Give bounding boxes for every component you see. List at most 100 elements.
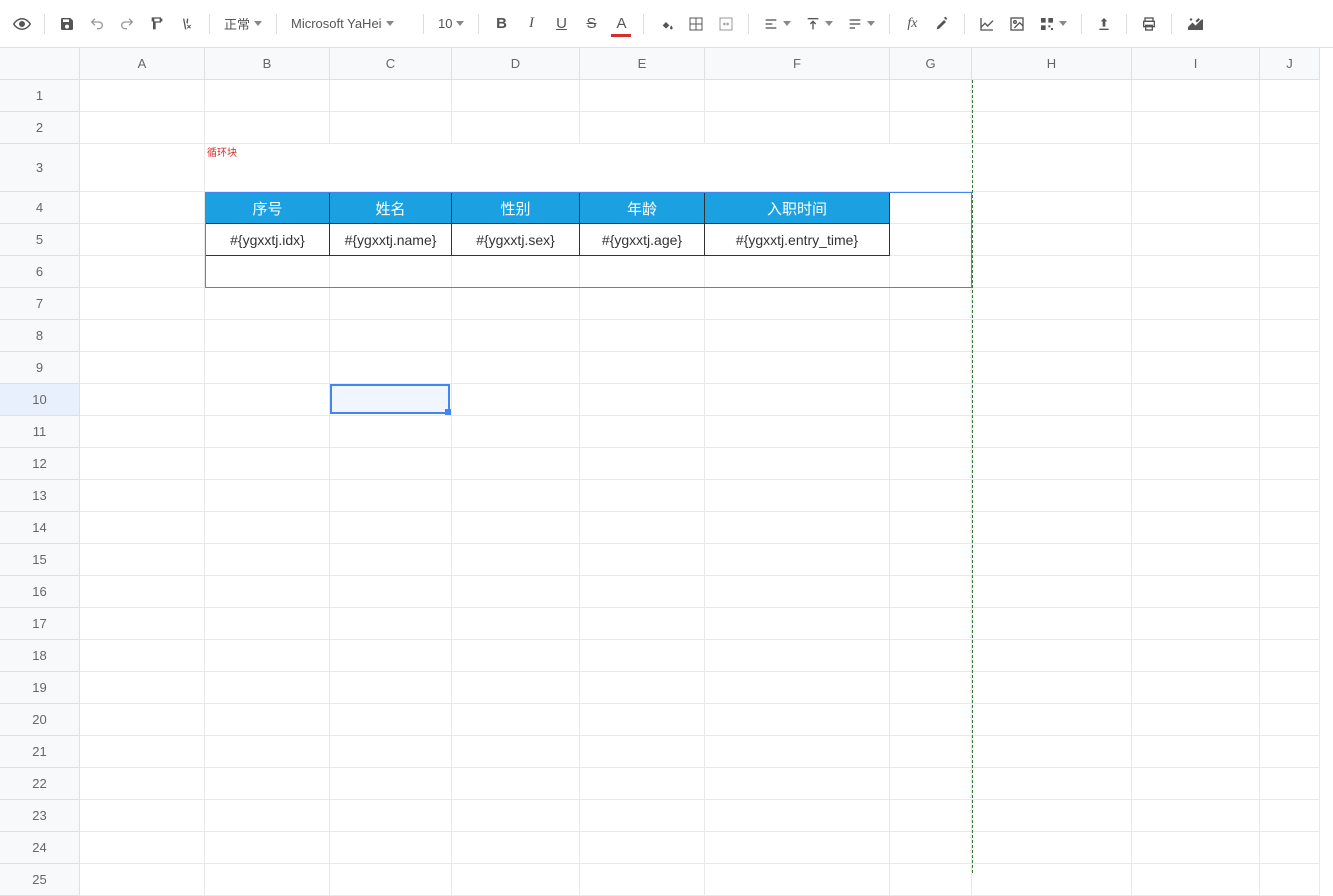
- cell-G13[interactable]: [890, 480, 972, 512]
- cell-A11[interactable]: [80, 416, 205, 448]
- cell-G7[interactable]: [890, 288, 972, 320]
- cell-B15[interactable]: [205, 544, 330, 576]
- cell-I11[interactable]: [1132, 416, 1260, 448]
- cell-F12[interactable]: [705, 448, 890, 480]
- upload-button[interactable]: [1090, 10, 1118, 38]
- cell-I1[interactable]: [1132, 80, 1260, 112]
- cell-F22[interactable]: [705, 768, 890, 800]
- cell-D16[interactable]: [452, 576, 580, 608]
- clear-format-icon[interactable]: [173, 10, 201, 38]
- cell-J24[interactable]: [1260, 832, 1320, 864]
- cell-I17[interactable]: [1132, 608, 1260, 640]
- row-header-11[interactable]: 11: [0, 416, 80, 448]
- cell-D15[interactable]: [452, 544, 580, 576]
- row-header-12[interactable]: 12: [0, 448, 80, 480]
- cell-E1[interactable]: [580, 80, 705, 112]
- cell-A22[interactable]: [80, 768, 205, 800]
- row-header-13[interactable]: 13: [0, 480, 80, 512]
- cell-G22[interactable]: [890, 768, 972, 800]
- cell-C9[interactable]: [330, 352, 452, 384]
- cell-H19[interactable]: [972, 672, 1132, 704]
- cell-A18[interactable]: [80, 640, 205, 672]
- cell-G15[interactable]: [890, 544, 972, 576]
- cell-C24[interactable]: [330, 832, 452, 864]
- row-header-15[interactable]: 15: [0, 544, 80, 576]
- cell-J16[interactable]: [1260, 576, 1320, 608]
- cell-A4[interactable]: [80, 192, 205, 224]
- cell-B12[interactable]: [205, 448, 330, 480]
- cell-B25[interactable]: [205, 864, 330, 896]
- cell-D6[interactable]: [452, 256, 580, 288]
- cell-B19[interactable]: [205, 672, 330, 704]
- row-header-9[interactable]: 9: [0, 352, 80, 384]
- cell-B10[interactable]: [205, 384, 330, 416]
- cell-J22[interactable]: [1260, 768, 1320, 800]
- cell-J2[interactable]: [1260, 112, 1320, 144]
- cell-B1[interactable]: [205, 80, 330, 112]
- cell-J5[interactable]: [1260, 224, 1320, 256]
- cell-H21[interactable]: [972, 736, 1132, 768]
- cell-A8[interactable]: [80, 320, 205, 352]
- cell-F24[interactable]: [705, 832, 890, 864]
- cell-I20[interactable]: [1132, 704, 1260, 736]
- cell-F15[interactable]: [705, 544, 890, 576]
- column-header-J[interactable]: J: [1260, 48, 1320, 80]
- cell-I23[interactable]: [1132, 800, 1260, 832]
- cell-C20[interactable]: [330, 704, 452, 736]
- cell-B9[interactable]: [205, 352, 330, 384]
- cell-C6[interactable]: [330, 256, 452, 288]
- cell-D23[interactable]: [452, 800, 580, 832]
- row-header-5[interactable]: 5: [0, 224, 80, 256]
- cell-E23[interactable]: [580, 800, 705, 832]
- font-size-dropdown[interactable]: 10: [432, 10, 470, 38]
- row-header-22[interactable]: 22: [0, 768, 80, 800]
- qrcode-button[interactable]: [1033, 10, 1073, 38]
- cell-H2[interactable]: [972, 112, 1132, 144]
- cell-I10[interactable]: [1132, 384, 1260, 416]
- row-header-25[interactable]: 25: [0, 864, 80, 896]
- cell-B2[interactable]: [205, 112, 330, 144]
- undo-icon[interactable]: [83, 10, 111, 38]
- strikethrough-button[interactable]: S: [577, 10, 605, 38]
- cell-A15[interactable]: [80, 544, 205, 576]
- cell-C7[interactable]: [330, 288, 452, 320]
- cell-D17[interactable]: [452, 608, 580, 640]
- cell-G20[interactable]: [890, 704, 972, 736]
- italic-button[interactable]: I: [517, 10, 545, 38]
- cell-B16[interactable]: [205, 576, 330, 608]
- cell-D1[interactable]: [452, 80, 580, 112]
- cell-A25[interactable]: [80, 864, 205, 896]
- cell-G16[interactable]: [890, 576, 972, 608]
- cell-I16[interactable]: [1132, 576, 1260, 608]
- cell-G21[interactable]: [890, 736, 972, 768]
- cell-B20[interactable]: [205, 704, 330, 736]
- cell-G5[interactable]: [890, 224, 972, 256]
- cell-E12[interactable]: [580, 448, 705, 480]
- cell-G1[interactable]: [890, 80, 972, 112]
- cell-B6[interactable]: [205, 256, 330, 288]
- row-header-16[interactable]: 16: [0, 576, 80, 608]
- cell-E2[interactable]: [580, 112, 705, 144]
- cell-J23[interactable]: [1260, 800, 1320, 832]
- format-preset-dropdown[interactable]: 正常: [218, 10, 268, 38]
- cell-G19[interactable]: [890, 672, 972, 704]
- cell-A16[interactable]: [80, 576, 205, 608]
- cell-G12[interactable]: [890, 448, 972, 480]
- cell-H12[interactable]: [972, 448, 1132, 480]
- cell-D8[interactable]: [452, 320, 580, 352]
- cell-F7[interactable]: [705, 288, 890, 320]
- row-header-21[interactable]: 21: [0, 736, 80, 768]
- cell-F9[interactable]: [705, 352, 890, 384]
- cell-J17[interactable]: [1260, 608, 1320, 640]
- cell-D24[interactable]: [452, 832, 580, 864]
- cell-G9[interactable]: [890, 352, 972, 384]
- cell-G11[interactable]: [890, 416, 972, 448]
- cell-grid[interactable]: 员工信息循环块序号姓名性别年龄入职时间#{ygxxtj.idx}#{ygxxtj…: [80, 80, 1320, 896]
- cell-B14[interactable]: [205, 512, 330, 544]
- save-icon[interactable]: [53, 10, 81, 38]
- cell-D18[interactable]: [452, 640, 580, 672]
- cell-E22[interactable]: [580, 768, 705, 800]
- cell-B3[interactable]: 员工信息循环块: [205, 144, 330, 192]
- cell-G18[interactable]: [890, 640, 972, 672]
- cell-H23[interactable]: [972, 800, 1132, 832]
